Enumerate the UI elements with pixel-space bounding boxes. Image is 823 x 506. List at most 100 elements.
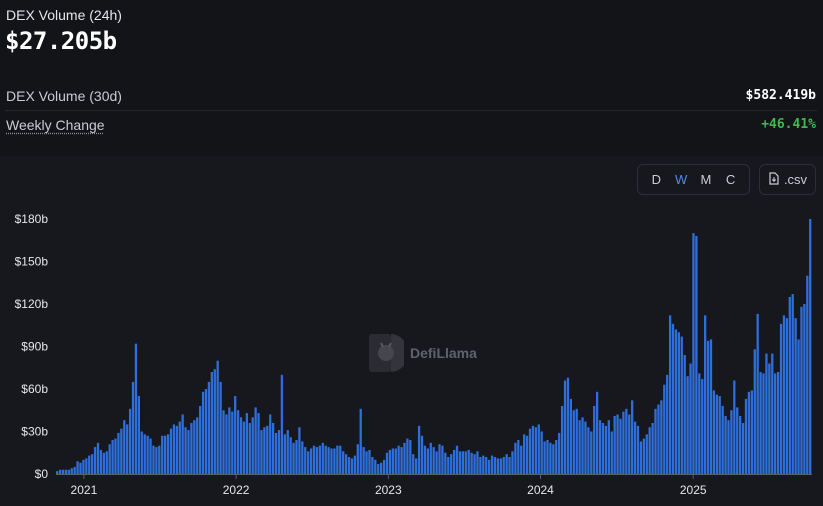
bar[interactable] (298, 427, 301, 474)
bar[interactable] (374, 459, 377, 474)
bar[interactable] (631, 400, 634, 474)
bar[interactable] (709, 339, 713, 474)
bar[interactable] (184, 427, 187, 474)
bar[interactable] (441, 445, 444, 474)
bar[interactable] (242, 421, 246, 474)
bar[interactable] (619, 418, 622, 474)
bar[interactable] (207, 381, 211, 474)
bar[interactable] (216, 360, 219, 474)
bar[interactable] (82, 459, 85, 474)
bar[interactable] (803, 304, 806, 474)
bar[interactable] (543, 441, 546, 474)
bar[interactable] (400, 447, 403, 474)
bar[interactable] (467, 449, 470, 474)
bar[interactable] (344, 454, 348, 474)
bar[interactable] (438, 444, 441, 474)
bar[interactable] (461, 451, 465, 474)
bar[interactable] (137, 396, 141, 474)
bar[interactable] (280, 374, 284, 474)
bar[interactable] (508, 457, 511, 474)
bar[interactable] (470, 452, 473, 474)
bar[interactable] (645, 434, 648, 474)
bar[interactable] (718, 396, 721, 474)
bar[interactable] (642, 438, 645, 474)
bar[interactable] (666, 374, 669, 474)
bar[interactable] (715, 394, 718, 474)
bar[interactable] (806, 275, 809, 474)
bar[interactable] (70, 468, 73, 474)
bar[interactable] (187, 430, 190, 474)
bar[interactable] (490, 455, 494, 474)
bar[interactable] (412, 454, 415, 474)
bar[interactable] (473, 454, 476, 474)
bar[interactable] (604, 425, 608, 474)
bar[interactable] (636, 425, 640, 474)
bar[interactable] (444, 452, 447, 474)
bar[interactable] (415, 458, 418, 474)
bar[interactable] (724, 415, 727, 474)
bar[interactable] (534, 427, 537, 474)
bar[interactable] (321, 442, 324, 474)
bar[interactable] (776, 372, 780, 474)
bar[interactable] (706, 340, 710, 474)
bar[interactable] (222, 410, 225, 474)
bar[interactable] (368, 449, 371, 474)
bar[interactable] (260, 430, 263, 474)
bar[interactable] (616, 414, 619, 475)
bar[interactable] (111, 440, 114, 474)
bar[interactable] (254, 407, 257, 474)
bar[interactable] (549, 442, 552, 474)
bar[interactable] (64, 469, 68, 474)
bar[interactable] (598, 420, 602, 474)
bar[interactable] (327, 447, 330, 474)
bar[interactable] (309, 448, 313, 475)
bar[interactable] (686, 376, 689, 474)
bar[interactable] (774, 373, 777, 474)
bar[interactable] (102, 452, 105, 474)
bar[interactable] (511, 451, 514, 474)
bar[interactable] (152, 445, 155, 474)
bar[interactable] (269, 414, 272, 475)
bar[interactable] (79, 462, 82, 474)
bar[interactable] (771, 353, 774, 474)
bar[interactable] (741, 423, 745, 474)
bar[interactable] (272, 423, 275, 474)
bar[interactable] (625, 408, 628, 474)
bar[interactable] (93, 447, 97, 474)
bar[interactable] (213, 369, 216, 474)
bar[interactable] (785, 318, 789, 474)
bar[interactable] (476, 451, 479, 474)
bar[interactable] (639, 441, 643, 474)
bar[interactable] (403, 442, 406, 474)
bar[interactable] (193, 420, 196, 474)
bar[interactable] (499, 458, 502, 474)
bar[interactable] (406, 438, 409, 474)
bar[interactable] (397, 445, 400, 474)
bar[interactable] (674, 329, 678, 475)
bar[interactable] (520, 445, 523, 474)
bar[interactable] (330, 448, 333, 475)
bar[interactable] (581, 417, 584, 474)
bar[interactable] (683, 355, 686, 474)
bar[interactable] (523, 434, 526, 474)
bar[interactable] (277, 430, 281, 474)
bar[interactable] (292, 442, 295, 474)
bar[interactable] (274, 432, 278, 474)
bar[interactable] (663, 384, 666, 474)
bar[interactable] (593, 406, 596, 474)
bar[interactable] (677, 332, 681, 474)
bar[interactable] (721, 406, 724, 474)
bar[interactable] (315, 447, 319, 474)
bar[interactable] (458, 451, 462, 474)
bar[interactable] (668, 315, 672, 474)
bar[interactable] (61, 469, 65, 474)
bar[interactable] (128, 408, 132, 474)
bar[interactable] (730, 410, 733, 474)
bar[interactable] (356, 444, 359, 474)
bar[interactable] (388, 449, 392, 474)
bar[interactable] (660, 400, 663, 474)
bar[interactable] (196, 417, 199, 474)
bar[interactable] (126, 424, 129, 474)
bar[interactable] (546, 440, 549, 474)
bar[interactable] (426, 448, 429, 475)
